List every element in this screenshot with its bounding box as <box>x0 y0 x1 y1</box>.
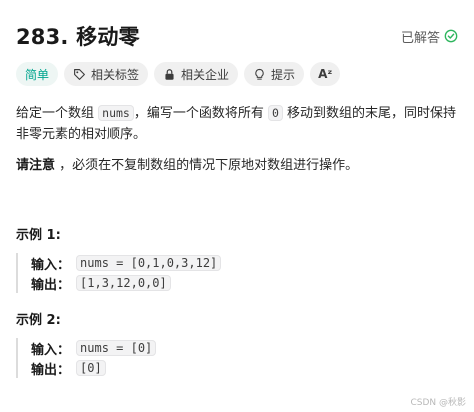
lightbulb-icon <box>255 68 264 80</box>
example-2-input-value: nums = [0] <box>76 340 157 356</box>
example-1-input-value: nums = [0,1,0,3,12] <box>76 255 222 271</box>
difficulty-label: 简单 <box>25 67 50 82</box>
example-2-box: 输入： nums = [0] 输出： [0] <box>16 338 458 378</box>
solved-label: 已解答 <box>400 30 440 46</box>
difficulty-tag[interactable]: 简单 <box>16 62 59 86</box>
problem-title[interactable]: 283. 移动零 <box>16 21 140 51</box>
example-2-title: 示例 2: <box>16 313 61 328</box>
lock-icon <box>165 68 174 80</box>
solved-status: 已解答 <box>401 27 458 46</box>
example-2-input-label: 输入： <box>31 342 71 358</box>
example-2-output: 输出： [0] <box>31 358 458 378</box>
related-tags-button[interactable]: 相关标签 <box>64 62 149 86</box>
example-1-box: 输入： nums = [0,1,0,3,12] 输出： [1,3,12,0,0] <box>16 253 458 293</box>
related-companies-label: 相关企业 <box>181 67 230 82</box>
example-1-output-value: [1,3,12,0,0] <box>76 275 171 291</box>
desc-text-1: 给定一个数组 <box>16 106 99 121</box>
problem-description: 给定一个数组 nums ，编写一个函数将所有 0 移动到数组的末尾，同时保持非零元… <box>16 103 460 145</box>
example-1-input-label: 输入： <box>31 257 71 273</box>
example-1-input: 输入： nums = [0,1,0,3,12] <box>31 253 458 273</box>
hint-label: 提示 <box>271 67 296 82</box>
problem-header: 283. 移动零 已解答 <box>16 20 458 52</box>
problem-page: 283. 移动零 已解答 简单 相关标签 相关企业 提示 Aᶻ 给定一个数组 n… <box>0 0 474 412</box>
example-2-output-value: [0] <box>76 360 106 376</box>
note-text: ，必须在不复制数组的情况下原地对数组进行操作。 <box>55 158 359 173</box>
example-2-input: 输入： nums = [0] <box>31 338 458 358</box>
tag-icon <box>74 68 85 80</box>
example-2-output-label: 输出： <box>31 362 71 378</box>
problem-note: 请注意 ，必须在不复制数组的情况下原地对数组进行操作。 <box>16 155 460 176</box>
example-1-output: 输出： [1,3,12,0,0] <box>31 273 458 293</box>
inline-code-nums: nums <box>98 105 134 121</box>
related-companies-button[interactable]: 相关企业 <box>154 62 239 86</box>
inline-code-zero: 0 <box>267 105 283 121</box>
hint-button[interactable]: 提示 <box>244 62 305 86</box>
tag-bar: 简单 相关标签 相关企业 提示 Aᶻ <box>16 62 341 86</box>
related-tags-label: 相关标签 <box>91 67 140 82</box>
translate-icon: Aᶻ <box>318 67 333 81</box>
translate-button[interactable]: Aᶻ <box>310 62 341 86</box>
example-1-title: 示例 1: <box>16 228 61 243</box>
example-1-output-label: 输出： <box>31 277 71 293</box>
watermark: CSDN @秋影 <box>410 398 466 408</box>
desc-text-2: ，编写一个函数将所有 <box>133 106 268 121</box>
note-bold: 请注意 <box>16 158 56 173</box>
check-circle-icon <box>444 29 458 43</box>
